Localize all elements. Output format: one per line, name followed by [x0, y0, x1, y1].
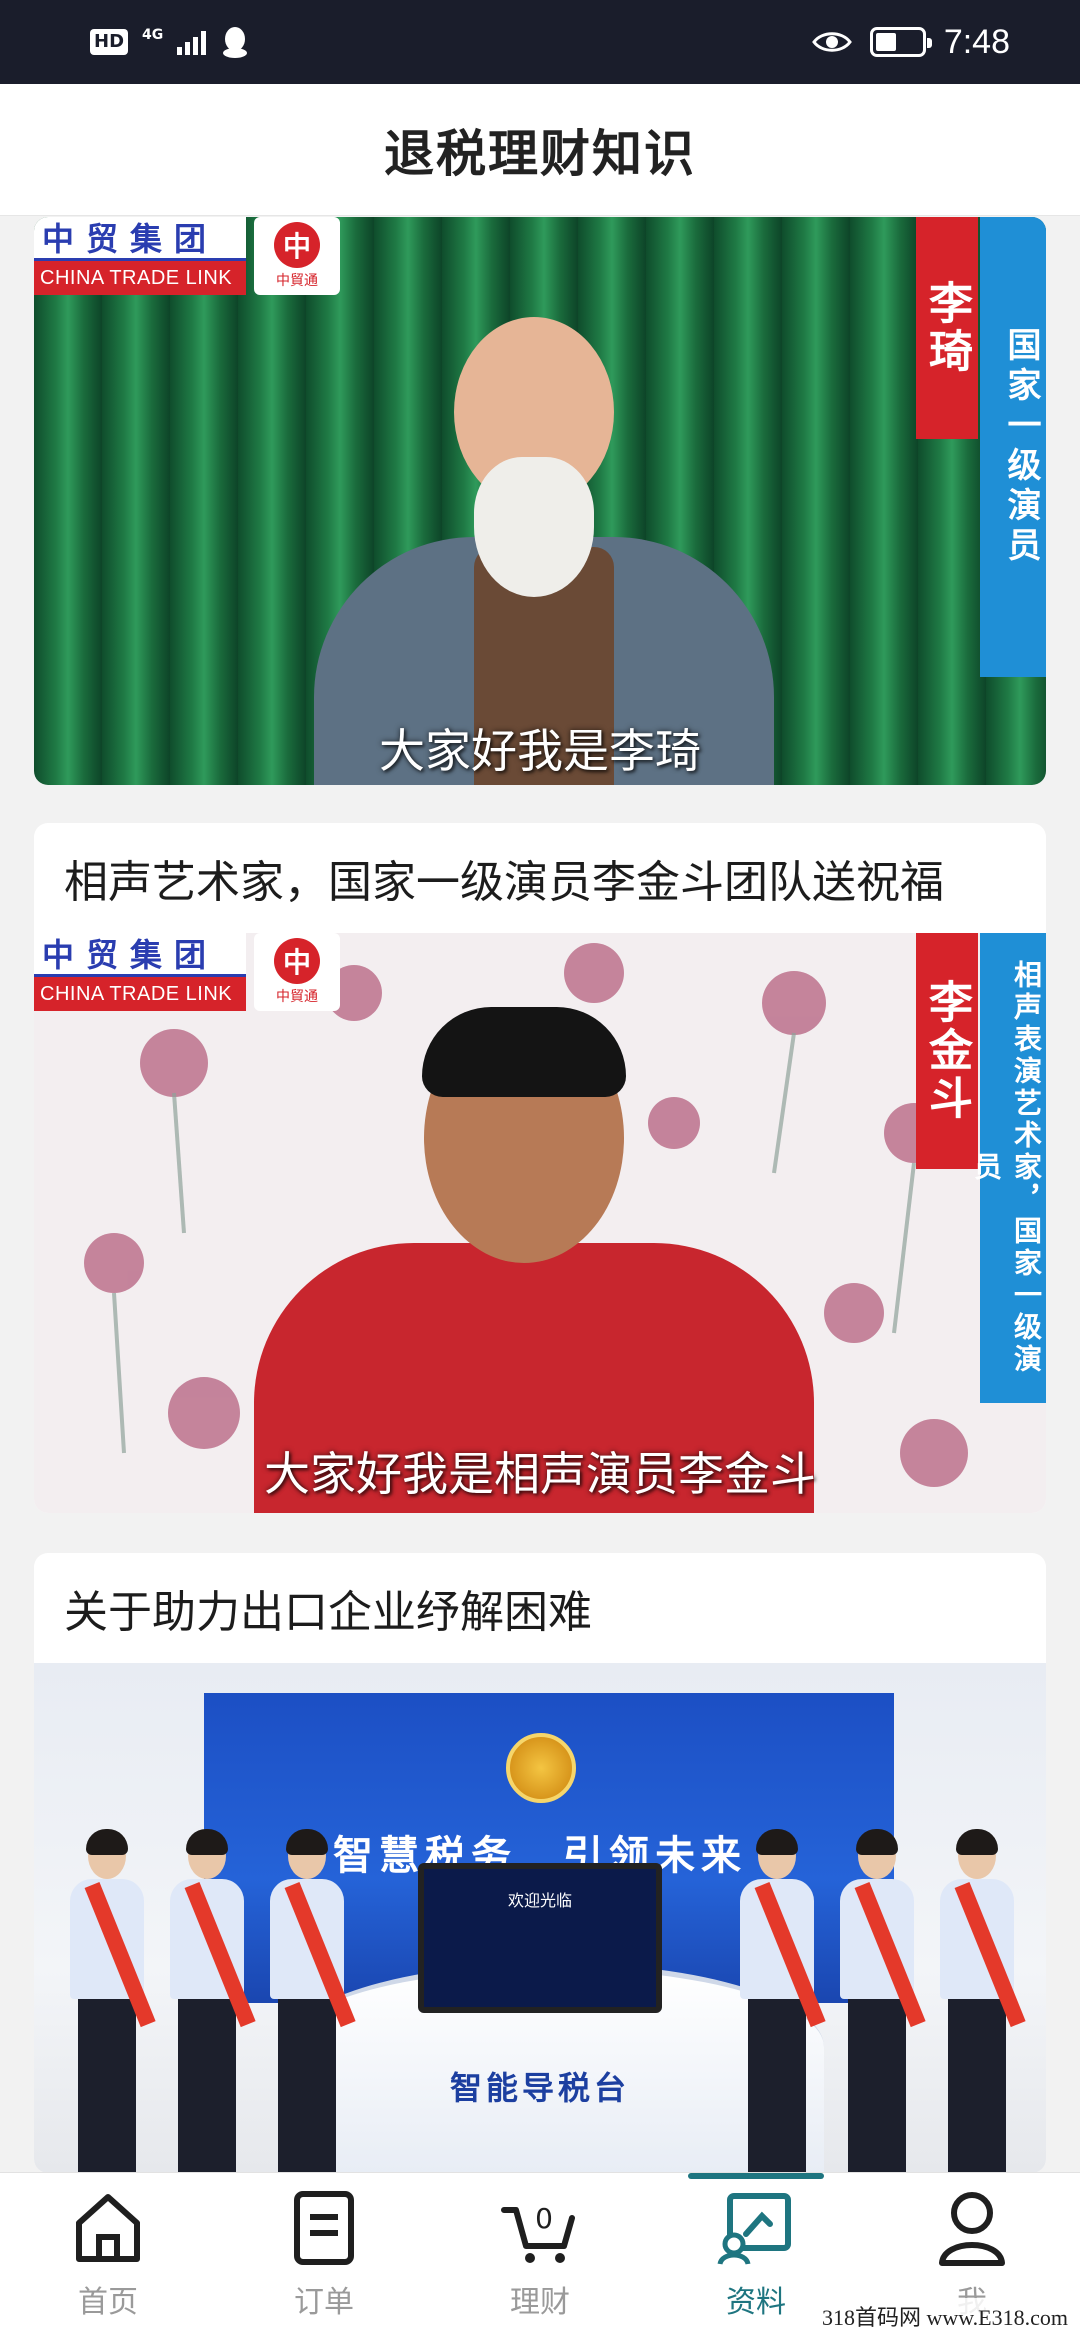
article-title[interactable]: 关于助力出口企业纾解困难 [34, 1553, 1046, 1663]
nav-item-orders[interactable]: 订单 [216, 2173, 432, 2340]
order-icon [284, 2185, 364, 2271]
article-card-2[interactable]: 相声艺术家，国家一级演员李金斗团队送祝福 中贸集团 CHINA TRADE LI… [34, 823, 1046, 1513]
video-subtitle: 大家好我是李琦 [379, 724, 701, 778]
hd-icon: HD [90, 29, 129, 55]
network-type-label: 4G [142, 27, 164, 43]
title-tag: 国家一级演员 [980, 217, 1046, 677]
home-icon [68, 2185, 148, 2271]
staff-figure [934, 1829, 1026, 2172]
app-header: 退税理财知识 [0, 84, 1080, 216]
staff-figure [264, 1829, 356, 2172]
qq-icon [223, 27, 248, 58]
article-title[interactable]: 相声艺术家，国家一级演员李金斗团队送祝福 [34, 823, 1046, 933]
battery-icon [869, 27, 932, 57]
article-thumbnail[interactable]: 中贸集团 CHINA TRADE LINK 中 中貿通 李琦 国家一级演员 大家… [34, 217, 1046, 785]
name-tag: 李琦 [916, 217, 978, 439]
logo-text: 中貿通 [276, 989, 318, 1005]
nav-label: 资料 [726, 2285, 786, 2320]
name-tag: 李金斗 [916, 933, 978, 1169]
nav-label: 订单 [294, 2285, 354, 2320]
cart-badge: 0 [535, 2202, 553, 2235]
article-card-3[interactable]: 关于助力出口企业纾解困难 智慧税务 引领未来 欢迎光临 智能导税台 [34, 1553, 1046, 2172]
nav-label: 理财 [510, 2285, 570, 2320]
watermark: 318首码网 www.E318.com [815, 2298, 1074, 2334]
data-icon [716, 2185, 796, 2271]
article-card-1[interactable]: 中贸集团 CHINA TRADE LINK 中 中貿通 李琦 国家一级演员 大家… [34, 217, 1046, 785]
staff-figure [734, 1829, 826, 2172]
nav-item-home[interactable]: 首页 [0, 2173, 216, 2340]
brand-name-en: CHINA TRADE LINK [34, 261, 246, 295]
brand-name-zh: 中贸集团 [34, 933, 246, 977]
brand-name-en: CHINA TRADE LINK [34, 977, 246, 1011]
status-left: HD 4G [90, 20, 250, 64]
article-thumbnail[interactable]: 智慧税务 引领未来 欢迎光临 智能导税台 [34, 1663, 1046, 2172]
staff-figure [64, 1829, 156, 2172]
status-bar: HD 4G 7:48 [0, 0, 1080, 84]
status-time: 7:48 [943, 22, 1010, 61]
brand-banner: 中贸集团 CHINA TRADE LINK [34, 217, 246, 295]
tax-emblem-icon [506, 1733, 576, 1803]
staff-figure [164, 1829, 256, 2172]
brand-logo: 中 中貿通 [254, 217, 340, 295]
logo-mark: 中 [274, 222, 320, 268]
nav-label: 首页 [78, 2285, 138, 2320]
brand-banner: 中贸集团 CHINA TRADE LINK [34, 933, 246, 1011]
brand-logo: 中 中貿通 [254, 933, 340, 1011]
title-tag: 相声表演艺术家，国家一级演员 [970, 933, 1046, 1403]
nav-item-finance[interactable]: 0 理财 [432, 2173, 648, 2340]
screen-title: 欢迎光临 [507, 1891, 572, 1910]
staff-figure [834, 1829, 926, 2172]
video-subtitle: 大家好我是相声演员李金斗 [264, 1447, 816, 1501]
logo-text: 中貿通 [276, 273, 318, 289]
eye-icon [811, 32, 852, 52]
cart-icon: 0 [500, 2185, 580, 2271]
logo-mark: 中 [274, 938, 320, 984]
signal-icon [177, 29, 207, 55]
article-thumbnail[interactable]: 中贸集团 CHINA TRADE LINK 中 中貿通 李金斗 相声表演艺术家，… [34, 933, 1046, 1513]
status-right: 7:48 [811, 18, 1010, 66]
page-title: 退税理财知识 [384, 124, 696, 183]
article-feed[interactable]: 中贸集团 CHINA TRADE LINK 中 中貿通 李琦 国家一级演员 大家… [0, 217, 1080, 2172]
desk-screen: 欢迎光临 [418, 1863, 662, 2013]
user-icon [932, 2185, 1012, 2271]
brand-name-zh: 中贸集团 [34, 217, 246, 261]
